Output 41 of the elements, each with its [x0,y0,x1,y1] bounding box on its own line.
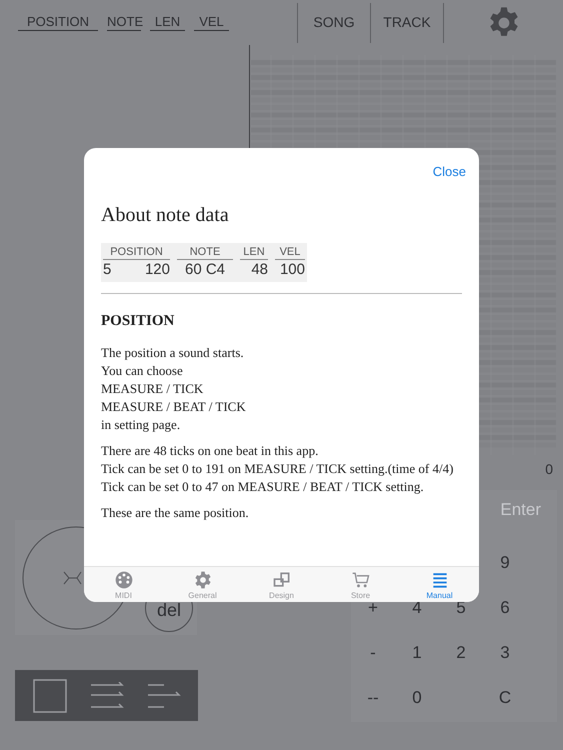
column-header: VEL [275,246,305,260]
keypad-key[interactable]: 3 [500,640,510,666]
paragraph: The position a sound starts. You can choose MEASURE / TICK MEASURE / BEAT / TICK in setting page. [101,344,247,434]
keypad-key[interactable]: -- [367,684,379,710]
arrows-icon[interactable] [90,682,124,710]
tab-button[interactable]: Design [242,567,321,602]
tab-button[interactable]: Store [321,567,400,602]
dialog-title: About note data [101,202,230,228]
midi-port-icon [114,570,134,590]
column-header: NOTE [177,246,233,260]
field-button[interactable]: VEL [194,14,229,31]
grid-value: 0 [545,460,553,479]
overlapping-squares-icon [272,570,292,590]
arrow-icon[interactable] [146,682,180,710]
paragraph: There are 48 ticks on one beat in this app. Tick can be set 0 to 191 on MEASURE / TICK setting.(time of 4/4) Tick can be set 0 to 47 on MEASURE / BEAT / TICK setting. [101,442,454,496]
paragraph: These are the same position. [101,504,250,522]
keypad-key[interactable]: 0 [412,684,422,710]
column-header: POSITION [103,246,170,260]
keypad-key[interactable]: 2 [456,640,466,666]
keypad-key[interactable]: 9 [500,550,510,576]
keypad-key[interactable]: C [498,684,512,710]
keypad-key[interactable]: - [370,640,376,666]
keypad-key[interactable]: 6 [500,594,510,620]
header-button[interactable]: TRACK [371,12,443,33]
close-button[interactable]: Close [432,162,466,182]
field-button[interactable]: NOTE [107,14,141,31]
column-header: LEN [240,246,268,260]
keypad-key[interactable]: 1 [412,640,422,666]
sample-value: 100 [280,260,305,280]
field-button[interactable]: POSITION [18,14,98,31]
sample-value: 5 [103,260,112,280]
section-heading: POSITION [101,312,176,330]
sample-value: 60 C4 [184,260,226,280]
stop-icon[interactable] [32,678,66,712]
gear-icon [192,570,212,590]
header-button[interactable]: SONG [298,12,370,33]
cart-icon [350,570,370,590]
sample-value: 48 [251,260,268,280]
sample-value: 120 [144,260,170,280]
enter-key[interactable]: Enter [500,497,541,523]
field-button[interactable]: LEN [150,14,185,31]
